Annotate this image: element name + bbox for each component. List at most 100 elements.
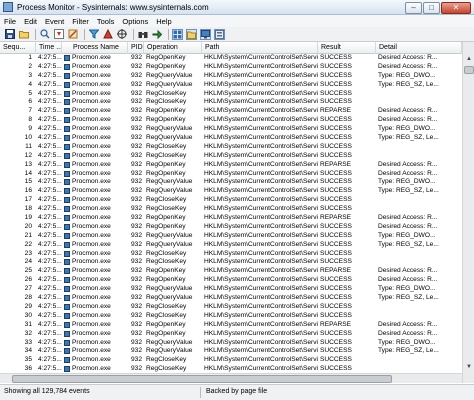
table-row[interactable]: 14 4:27:5... Procmon.exe 932 RegOpenKey HKLM\… <box>0 170 474 179</box>
title-bar[interactable]: Process Monitor - Sysinternals: www.sysi… <box>0 0 474 15</box>
menu-options[interactable]: Options <box>122 17 148 26</box>
column-header-result[interactable]: Result <box>318 42 376 54</box>
table-row[interactable]: 28 4:27:5... Procmon.exe 932 RegQueryValue HK… <box>0 294 474 303</box>
table-row[interactable]: 29 4:27:5... Procmon.exe 932 RegCloseKey HKLM… <box>0 303 474 312</box>
close-button[interactable]: ✕ <box>441 1 471 14</box>
cell-result: SUCCESS <box>320 80 352 88</box>
table-row[interactable]: 20 4:27:5... Procmon.exe 932 RegOpenKey HKLM\… <box>0 223 474 232</box>
cell-path: HKLM\System\CurrentControlSet\Servi... <box>204 294 318 302</box>
table-row[interactable]: 4 4:27:5... Procmon.exe 932 RegQueryValue HKL… <box>0 81 474 90</box>
highlight-icon[interactable] <box>102 29 113 40</box>
horizontal-scroll-thumb[interactable] <box>12 375 392 383</box>
cell-path: HKLM\System\CurrentControlSet\Servi... <box>204 196 318 204</box>
table-row[interactable]: 24 4:27:5... Procmon.exe 932 RegCloseKey HKLM… <box>0 258 474 267</box>
table-row[interactable]: 27 4:27:5... Procmon.exe 932 RegQueryValue HK… <box>0 285 474 294</box>
cell-pid: 932 <box>130 151 142 159</box>
filter-icon[interactable] <box>88 29 99 40</box>
menu-event[interactable]: Event <box>45 17 64 26</box>
cell-sequence: 26 <box>24 276 32 284</box>
table-row[interactable]: 8 4:27:5... Procmon.exe 932 RegOpenKey HKLM\S… <box>0 116 474 125</box>
column-header-operation[interactable]: Operation <box>144 42 202 54</box>
menu-edit[interactable]: Edit <box>24 17 37 26</box>
cell-pid: 932 <box>130 134 142 142</box>
table-row[interactable]: 16 4:27:5... Procmon.exe 932 RegQueryValue HK… <box>0 187 474 196</box>
column-header-row: Sequ... Time ... Process Name PID Operat… <box>0 42 474 54</box>
cell-path: HKLM\System\CurrentControlSet\Servi... <box>204 302 318 310</box>
table-row[interactable]: 23 4:27:5... Procmon.exe 932 RegCloseKey HKLM… <box>0 250 474 259</box>
column-header-process-name[interactable]: Process Name <box>62 42 128 54</box>
registry-filter-icon[interactable] <box>172 28 183 40</box>
table-row[interactable]: 15 4:27:5... Procmon.exe 932 RegQueryValue HK… <box>0 178 474 187</box>
process-icon <box>62 63 70 72</box>
menu-tools[interactable]: Tools <box>97 17 115 26</box>
filesystem-filter-icon[interactable] <box>186 28 197 40</box>
minimize-button[interactable]: – <box>405 1 422 14</box>
table-row[interactable]: 30 4:27:5... Procmon.exe 932 RegCloseKey HKLM… <box>0 312 474 321</box>
table-row[interactable]: 3 4:27:5... Procmon.exe 932 RegQueryValue HKL… <box>0 72 474 81</box>
cell-detail: Desired Access: R... <box>378 107 438 115</box>
cell-result: SUCCESS <box>320 222 352 230</box>
scroll-down-arrow[interactable]: ▼ <box>464 362 474 372</box>
table-row[interactable]: 22 4:27:5... Procmon.exe 932 RegQueryValue HK… <box>0 241 474 250</box>
toolbar-separator <box>168 28 169 40</box>
cell-detail <box>376 303 462 312</box>
event-list[interactable]: Sequ... Time ... Process Name PID Operat… <box>0 42 474 383</box>
cell-pid: 932 <box>130 276 142 284</box>
table-row[interactable]: 32 4:27:5... Procmon.exe 932 RegOpenKey HKLM\… <box>0 330 474 339</box>
table-row[interactable]: 35 4:27:5... Procmon.exe 932 RegCloseKey HKLM… <box>0 356 474 365</box>
vertical-scrollbar[interactable]: ▲ ▼ <box>462 42 474 383</box>
table-row[interactable]: 34 4:27:5... Procmon.exe 932 RegQueryValue HK… <box>0 347 474 356</box>
cell-detail: Type: REG_SZ, Le... <box>378 134 439 142</box>
clear-icon[interactable] <box>67 29 78 40</box>
horizontal-scrollbar[interactable] <box>0 373 462 383</box>
table-row[interactable]: 2 4:27:5... Procmon.exe 932 RegOpenKey HKLM\S… <box>0 63 474 72</box>
cell-pid: 932 <box>130 54 142 61</box>
table-row[interactable]: 25 4:27:5... Procmon.exe 932 RegOpenKey HKLM\… <box>0 267 474 276</box>
table-row[interactable]: 12 4:27:5... Procmon.exe 932 RegCloseKey HKLM… <box>0 152 474 161</box>
column-header-sequence[interactable]: Sequ... <box>0 42 36 54</box>
table-row[interactable]: 33 4:27:5... Procmon.exe 932 RegQueryValue HK… <box>0 339 474 348</box>
target-icon[interactable] <box>116 29 127 40</box>
jump-icon[interactable] <box>151 29 162 40</box>
cell-process-name: Procmon.exe <box>72 80 111 88</box>
column-header-pid[interactable]: PID <box>128 42 144 54</box>
cell-process-name: Procmon.exe <box>72 320 111 328</box>
table-row[interactable]: 19 4:27:5... Procmon.exe 932 RegOpenKey HKLM\… <box>0 214 474 223</box>
cell-path: HKLM\System\CurrentControlSet\Servi... <box>204 311 318 319</box>
cell-process-name: Procmon.exe <box>72 107 111 115</box>
cell-path: HKLM\System\CurrentControlSet\Servi... <box>204 249 318 257</box>
table-row[interactable]: 9 4:27:5... Procmon.exe 932 RegQueryValue HKL… <box>0 125 474 134</box>
table-row[interactable]: 7 4:27:5... Procmon.exe 932 RegOpenKey HKLM\S… <box>0 107 474 116</box>
table-row[interactable]: 6 4:27:5... Procmon.exe 932 RegCloseKey HKLM\… <box>0 98 474 107</box>
column-header-time[interactable]: Time ... <box>36 42 62 54</box>
column-header-path[interactable]: Path <box>202 42 318 54</box>
open-icon[interactable] <box>18 29 29 40</box>
process-filter-icon[interactable] <box>214 28 225 40</box>
table-row[interactable]: 17 4:27:5... Procmon.exe 932 RegCloseKey HKLM… <box>0 196 474 205</box>
table-row[interactable]: 13 4:27:5... Procmon.exe 932 RegOpenKey HKLM\… <box>0 161 474 170</box>
table-row[interactable]: 26 4:27:5... Procmon.exe 932 RegOpenKey HKLM\… <box>0 276 474 285</box>
menu-filter[interactable]: Filter <box>72 17 89 26</box>
table-row[interactable]: 31 4:27:5... Procmon.exe 932 RegOpenKey HKLM\… <box>0 321 474 330</box>
table-row[interactable]: 21 4:27:5... Procmon.exe 932 RegQueryValue HK… <box>0 232 474 241</box>
process-icon <box>62 223 70 232</box>
cell-detail: Desired Access: R... <box>378 62 438 70</box>
menu-file[interactable]: File <box>4 17 16 26</box>
vertical-scroll-thumb[interactable] <box>464 66 474 74</box>
column-header-detail[interactable]: Detail <box>376 42 462 54</box>
maximize-button[interactable]: □ <box>423 1 440 14</box>
autoscroll-icon[interactable] <box>53 29 64 40</box>
table-row[interactable]: 1 4:27:5... Procmon.exe 932 RegOpenKey HKLM\S… <box>0 54 474 63</box>
table-row[interactable]: 5 4:27:5... Procmon.exe 932 RegCloseKey HKLM\… <box>0 90 474 99</box>
network-filter-icon[interactable] <box>200 28 211 40</box>
table-row[interactable]: 10 4:27:5... Procmon.exe 932 RegQueryValue HK… <box>0 134 474 143</box>
find-icon[interactable] <box>137 29 148 40</box>
table-row[interactable]: 18 4:27:5... Procmon.exe 932 RegCloseKey HKLM… <box>0 205 474 214</box>
table-row[interactable]: 11 4:27:5... Procmon.exe 932 RegCloseKey HKLM… <box>0 143 474 152</box>
capture-icon[interactable] <box>39 29 50 40</box>
cell-detail: Type: REG_SZ, Le... <box>378 187 439 195</box>
menu-help[interactable]: Help <box>156 17 171 26</box>
save-icon[interactable] <box>4 29 15 40</box>
scroll-up-arrow[interactable]: ▲ <box>464 54 474 64</box>
cell-detail: Type: REG_SZ, Le... <box>378 240 439 248</box>
